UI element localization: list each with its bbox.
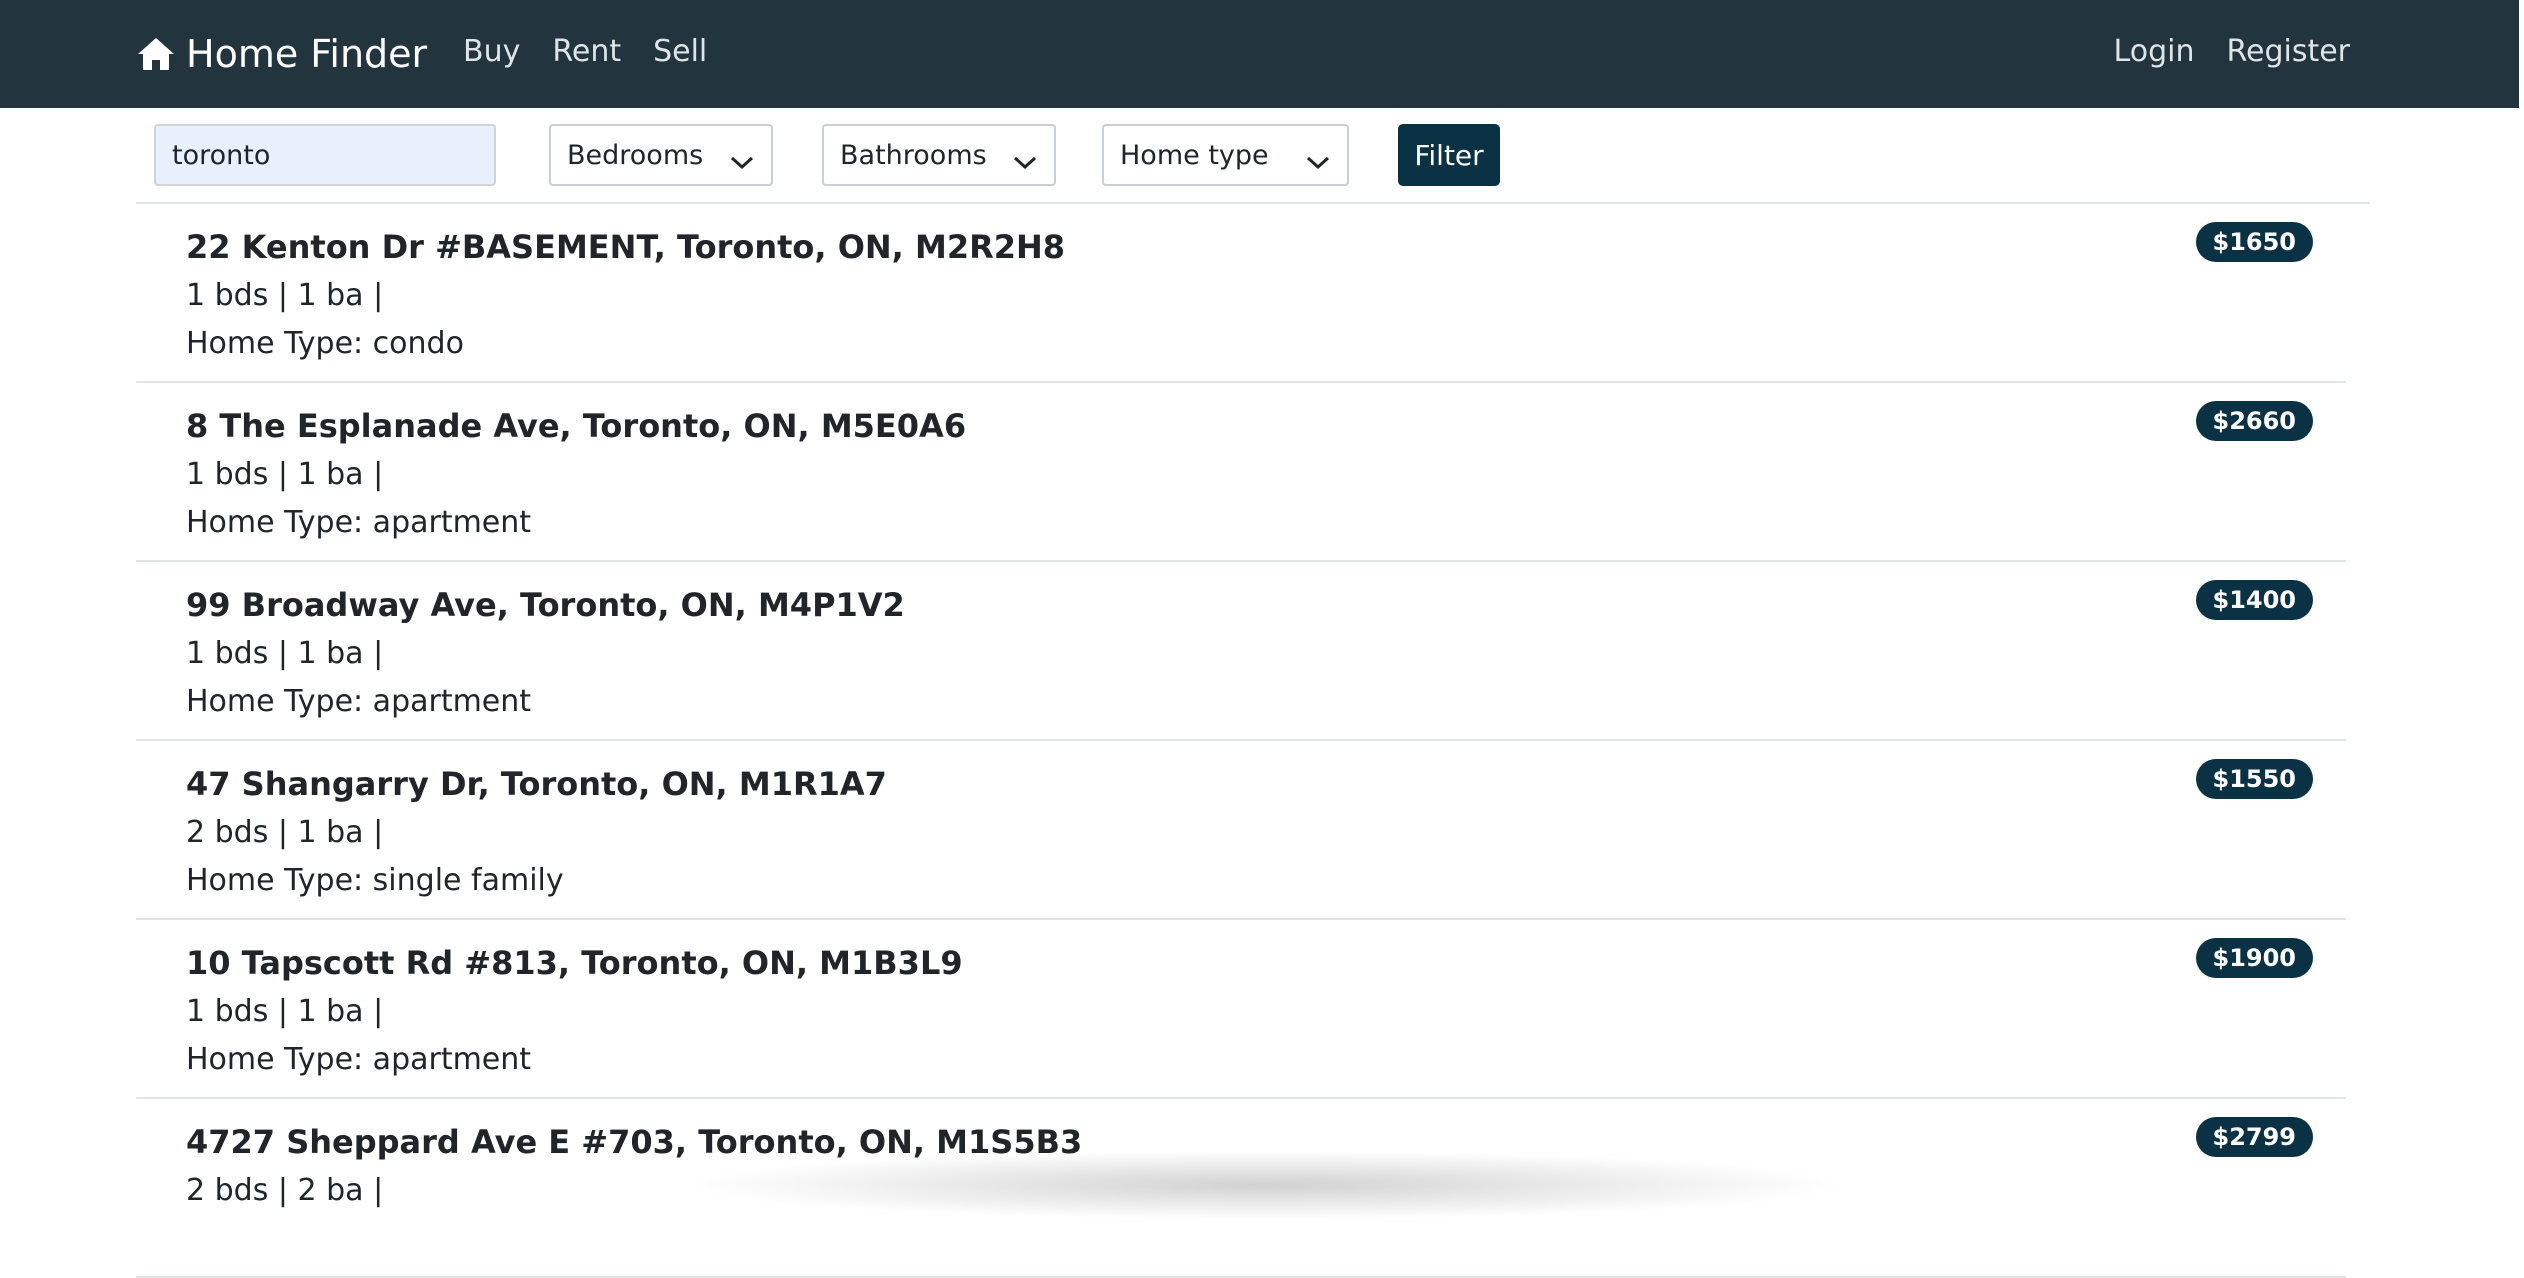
chevron-down-icon bbox=[1012, 147, 1038, 170]
price-badge: $1400 bbox=[2195, 580, 2313, 620]
home-icon bbox=[136, 36, 176, 72]
listing-home-type: Home Type: apartment bbox=[186, 1042, 532, 1077]
listing-item[interactable]: 8 The Esplanade Ave, Toronto, ON, M5E0A6… bbox=[136, 383, 2346, 562]
price-badge: $1900 bbox=[2195, 938, 2313, 978]
listing-details: 1 bds | 1 ba | bbox=[186, 457, 384, 492]
brand-link[interactable]: Home Finder bbox=[136, 28, 427, 80]
listing-details: 2 bds | 1 ba | bbox=[186, 815, 384, 850]
price-badge: $1650 bbox=[2195, 222, 2313, 262]
bathrooms-select-label: Bathrooms bbox=[840, 139, 987, 171]
bottom-overlay-shadow bbox=[680, 1150, 1850, 1220]
main-nav: Buy Rent Sell bbox=[463, 30, 707, 74]
top-navbar: Home Finder Buy Rent Sell Login Register bbox=[0, 0, 2519, 108]
price-badge: $1550 bbox=[2195, 759, 2313, 799]
listing-address[interactable]: 99 Broadway Ave, Toronto, ON, M4P1V2 bbox=[186, 582, 905, 628]
listing-address[interactable]: 22 Kenton Dr #BASEMENT, Toronto, ON, M2R… bbox=[186, 224, 1065, 270]
nav-link-rent[interactable]: Rent bbox=[552, 30, 621, 74]
listing-item[interactable]: 47 Shangarry Dr, Toronto, ON, M1R1A7 2 b… bbox=[136, 741, 2346, 920]
bedrooms-select-label: Bedrooms bbox=[567, 139, 704, 171]
listing-home-type: Home Type: single family bbox=[186, 863, 564, 898]
listing-details: 2 bds | 2 ba | bbox=[186, 1173, 384, 1208]
listing-item[interactable]: 10 Tapscott Rd #813, Toronto, ON, M1B3L9… bbox=[136, 920, 2346, 1099]
listing-list: 22 Kenton Dr #BASEMENT, Toronto, ON, M2R… bbox=[136, 204, 2346, 1278]
search-input[interactable] bbox=[154, 124, 496, 186]
nav-link-buy[interactable]: Buy bbox=[463, 30, 520, 74]
listing-details: 1 bds | 1 ba | bbox=[186, 636, 384, 671]
listing-home-type: Home Type: condo bbox=[186, 326, 464, 361]
price-badge: $2660 bbox=[2195, 401, 2313, 441]
filter-button[interactable]: Filter bbox=[1398, 124, 1500, 186]
listing-details: 1 bds | 1 ba | bbox=[186, 994, 384, 1029]
chevron-down-icon bbox=[729, 147, 755, 170]
brand-name: Home Finder bbox=[186, 32, 428, 76]
nav-link-sell[interactable]: Sell bbox=[653, 30, 707, 74]
listing-address[interactable]: 10 Tapscott Rd #813, Toronto, ON, M1B3L9 bbox=[186, 940, 963, 986]
login-link[interactable]: Login bbox=[2114, 30, 2195, 74]
bathrooms-select[interactable]: Bathrooms bbox=[822, 124, 1056, 186]
listing-home-type: Home Type: apartment bbox=[186, 505, 532, 540]
filter-bar: Bedrooms Bathrooms Home type Filter bbox=[136, 108, 2370, 204]
listing-address[interactable]: 8 The Esplanade Ave, Toronto, ON, M5E0A6 bbox=[186, 403, 966, 449]
listing-details: 1 bds | 1 ba | bbox=[186, 278, 384, 313]
bedrooms-select[interactable]: Bedrooms bbox=[549, 124, 773, 186]
listing-item[interactable]: 99 Broadway Ave, Toronto, ON, M4P1V2 1 b… bbox=[136, 562, 2346, 741]
price-badge: $2799 bbox=[2195, 1117, 2313, 1157]
home-type-select-label: Home type bbox=[1120, 139, 1269, 171]
listing-item[interactable]: 22 Kenton Dr #BASEMENT, Toronto, ON, M2R… bbox=[136, 204, 2346, 383]
auth-nav: Login Register bbox=[2114, 30, 2350, 74]
register-link[interactable]: Register bbox=[2226, 30, 2350, 74]
listing-home-type: Home Type: apartment bbox=[186, 684, 532, 719]
listing-address[interactable]: 47 Shangarry Dr, Toronto, ON, M1R1A7 bbox=[186, 761, 887, 807]
home-type-select[interactable]: Home type bbox=[1102, 124, 1349, 186]
chevron-down-icon bbox=[1305, 147, 1331, 170]
